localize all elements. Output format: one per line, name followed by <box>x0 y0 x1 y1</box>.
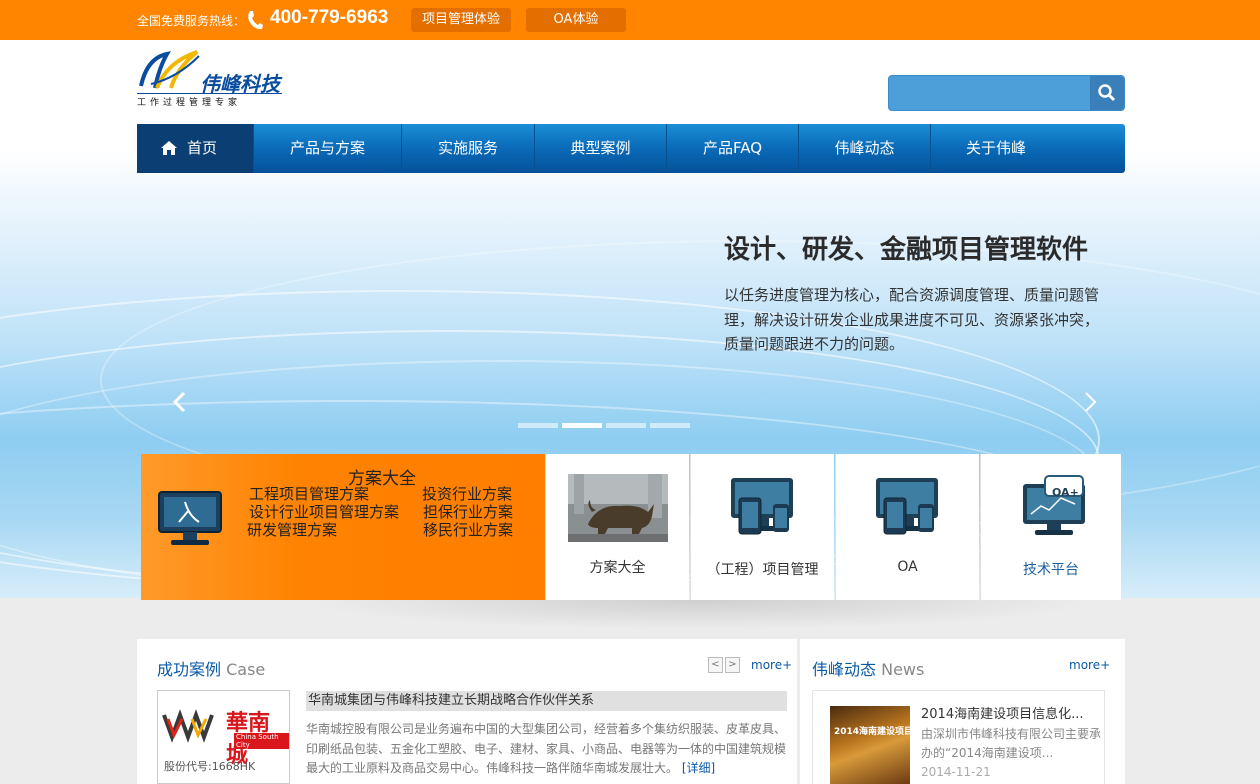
news-summary: 由深圳市伟峰科技有限公司主要承办的“2014海南建设项... <box>921 727 1102 760</box>
card-label: OA <box>897 559 918 575</box>
nav-item-products[interactable]: 产品与方案 <box>254 124 402 173</box>
news-more-link[interactable]: more+ <box>1069 658 1110 672</box>
card-solutions[interactable]: 方案大全 <box>545 454 689 600</box>
monitor-devices-icon <box>876 478 938 535</box>
project-management-trial-button[interactable]: 项目管理体验 <box>411 8 511 32</box>
china-south-city-logo <box>162 709 214 743</box>
card-project-management[interactable]: （工程）项目管理 <box>690 454 834 600</box>
logo-slogan: 工作过程管理专家 <box>137 93 282 108</box>
solution-link[interactable]: 移民行业方案 <box>423 519 513 540</box>
search-icon <box>1098 84 1116 102</box>
news-thumbnail[interactable]: 2014海南建设项目 <box>830 706 910 784</box>
case-detail-link[interactable]: [详细] <box>682 761 715 775</box>
nav-item-services[interactable]: 实施服务 <box>402 124 535 173</box>
monitor-devices-icon <box>731 478 793 535</box>
nav-item-about[interactable]: 关于伟峰 <box>931 124 1061 173</box>
nav-item-home[interactable]: 首页 <box>137 124 254 173</box>
prev-slide-arrow-icon[interactable] <box>170 390 190 414</box>
next-slide-arrow-icon[interactable] <box>1080 390 1100 414</box>
case-title[interactable]: 华南城集团与伟峰科技建立长期战略合作伙伴关系 <box>306 691 787 711</box>
cases-more-link[interactable]: more+ <box>751 658 792 672</box>
nav-item-cases[interactable]: 典型案例 <box>535 124 667 173</box>
news-date: 2014-11-21 <box>921 765 991 779</box>
cases-next-button[interactable]: > <box>725 657 740 673</box>
cases-title-cn: 成功案例 <box>157 660 222 679</box>
news-title-en: News <box>881 660 925 679</box>
card-label: （工程）项目管理 <box>706 562 819 578</box>
slide-dot[interactable] <box>518 423 558 428</box>
search-button[interactable] <box>1090 76 1124 110</box>
case-stock-code: 股份代号:1668HK <box>164 760 256 773</box>
search-box <box>888 75 1125 111</box>
nav-label: 首页 <box>187 139 218 157</box>
slide-dot[interactable] <box>562 423 602 428</box>
banner-title: 设计、研发、金融项目管理软件 <box>724 235 1089 265</box>
card-label: 方案大全 <box>589 560 646 576</box>
news-headline[interactable]: 2014海南建设项目信息化... <box>921 703 1083 722</box>
news-thumbnail-caption: 2014海南建设项目 <box>834 727 910 737</box>
slide-dot[interactable] <box>606 423 646 428</box>
case-logo-en: China South City <box>234 733 289 749</box>
main-nav: 首页 产品与方案 实施服务 典型案例 产品FAQ 伟峰动态 关于伟峰 <box>137 124 1125 173</box>
search-input[interactable] <box>895 81 1085 105</box>
oa-trial-button[interactable]: OA体验 <box>526 8 626 32</box>
news-title-cn: 伟峰动态 <box>812 660 877 679</box>
nav-item-faq[interactable]: 产品FAQ <box>667 124 799 173</box>
panel-shadow <box>300 600 1100 630</box>
solution-link[interactable]: 研发管理方案 <box>247 519 337 540</box>
case-logo-image[interactable]: 華南城 China South City 股份代号:1668HK <box>157 690 290 784</box>
cases-prev-button[interactable]: < <box>708 657 723 673</box>
solutions-panel: 方案大全 工程项目管理方案 设计行业项目管理方案 研发管理方案 投资行业方案 担… <box>141 454 545 600</box>
slide-dot[interactable] <box>650 423 690 428</box>
cases-title: 成功案例 Case <box>157 656 265 680</box>
banner-text: 以任务进度管理为核心，配合资源调度管理、质量问题管理，解决设计研发企业成果进度不… <box>724 286 1100 353</box>
phone-icon <box>248 11 263 30</box>
phone-number: 400-779-6963 <box>270 7 389 28</box>
cases-title-en: Case <box>226 660 266 679</box>
hotline-label: 全国免费服务热线： <box>137 14 246 28</box>
card-tech-platform[interactable]: OA+ 技术平台 <box>980 454 1121 600</box>
bull-statue-image <box>568 474 668 542</box>
oa-plus-badge: OA+ <box>1052 486 1079 499</box>
nav-item-news[interactable]: 伟峰动态 <box>799 124 931 173</box>
oa-plus-monitor-icon <box>1023 475 1085 535</box>
monitor-icon <box>158 491 222 545</box>
news-title: 伟峰动态 News <box>812 656 924 680</box>
card-oa[interactable]: OA <box>835 454 979 600</box>
card-label: 技术平台 <box>1023 562 1079 578</box>
case-description: 华南城控股有限公司是业务遍布中国的大型集团公司，经营着多个集纺织服装、皮革皮具、… <box>306 720 787 779</box>
home-icon <box>161 141 177 155</box>
